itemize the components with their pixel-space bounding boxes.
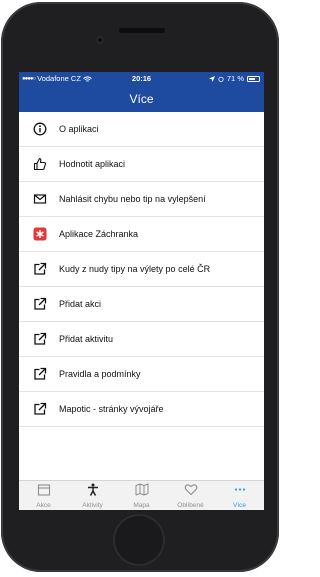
tab-oblibene[interactable]: Oblíbené xyxy=(166,481,215,510)
map-icon xyxy=(135,483,149,501)
tab-mapa[interactable]: Mapa xyxy=(117,481,166,510)
menu-item-o-aplikaci[interactable]: O aplikaci xyxy=(19,112,264,147)
page-title: Více xyxy=(19,86,264,112)
menu-item-pridat-akci[interactable]: Přidat akci xyxy=(19,287,264,322)
menu-item-mapotic-stranky-vyvojare[interactable]: Mapotic - stránky vývojáře xyxy=(19,392,264,427)
alarm-icon xyxy=(218,76,224,82)
tab-label: Akce xyxy=(36,502,51,509)
tab-aktivity[interactable]: Aktivity xyxy=(68,481,117,510)
home-button[interactable] xyxy=(113,514,165,566)
external-link-icon xyxy=(33,297,47,311)
info-icon xyxy=(33,122,47,136)
menu-item-label: Mapotic - stránky vývojáře xyxy=(59,404,164,414)
external-link-icon xyxy=(33,367,47,381)
battery-percent: 71 % xyxy=(226,74,244,83)
speaker-grille xyxy=(119,28,165,33)
calendar-icon xyxy=(37,483,51,501)
more-menu-list: O aplikaci Hodnotit aplikaci Nahlásit chyb… xyxy=(19,112,264,427)
menu-item-label: Přidat akci xyxy=(59,299,102,309)
menu-item-label: Přidat aktivitu xyxy=(59,334,114,344)
battery-icon xyxy=(247,76,260,82)
tab-label: Mapa xyxy=(133,502,150,509)
thumbs-up-icon xyxy=(33,157,47,171)
external-link-icon xyxy=(33,402,47,416)
mail-icon xyxy=(33,192,47,206)
menu-item-pravidla-a-podminky[interactable]: Pravidla a podmínky xyxy=(19,357,264,392)
menu-item-hodnotit-aplikaci[interactable]: Hodnotit aplikaci xyxy=(19,147,264,182)
more-icon xyxy=(233,483,247,501)
tab-label: Více xyxy=(232,502,246,509)
menu-item-label: Aplikace Záchranka xyxy=(59,229,139,239)
menu-item-pridat-aktivitu[interactable]: Přidat aktivitu xyxy=(19,322,264,357)
menu-item-label: O aplikaci xyxy=(59,124,99,134)
menu-item-kudy-z-nudy-tipy-na-vylety-po-cele-cr[interactable]: Kudy z nudy tipy na výlety po celé ČR xyxy=(19,252,264,287)
location-arrow-icon xyxy=(208,76,215,82)
menu-item-label: Nahlásit chybu nebo tip na vylepšení xyxy=(59,194,206,204)
external-link-icon xyxy=(33,332,47,346)
tab-label: Aktivity xyxy=(82,502,103,509)
menu-item-label: Kudy z nudy tipy na výlety po celé ČR xyxy=(59,264,211,274)
tab-vice[interactable]: Více xyxy=(215,481,264,510)
status-right: 71 % xyxy=(208,72,260,86)
tab-akce[interactable]: Akce xyxy=(19,481,68,510)
person-activity-icon xyxy=(86,483,100,501)
menu-item-label: Pravidla a podmínky xyxy=(59,369,141,379)
tab-bar: Akce Aktivity Mapa Oblíbené Více xyxy=(19,480,264,510)
screen: ●●●●○ Vodafone CZ 20:16 71 % Více O apli… xyxy=(19,72,264,510)
menu-item-aplikace-zachranka[interactable]: Aplikace Záchranka xyxy=(19,217,264,252)
status-bar: ●●●●○ Vodafone CZ 20:16 71 % xyxy=(19,72,264,86)
external-link-icon xyxy=(33,262,47,276)
heart-icon xyxy=(184,483,198,501)
tab-label: Oblíbené xyxy=(177,502,204,509)
menu-item-label: Hodnotit aplikaci xyxy=(59,159,126,169)
zachranka-app-icon xyxy=(33,227,47,241)
menu-item-nahlasit-chybu-nebo-tip-na-vylepseni[interactable]: Nahlásit chybu nebo tip na vylepšení xyxy=(19,182,264,217)
phone-frame: ●●●●○ Vodafone CZ 20:16 71 % Více O apli… xyxy=(1,2,279,572)
front-camera xyxy=(96,36,104,44)
